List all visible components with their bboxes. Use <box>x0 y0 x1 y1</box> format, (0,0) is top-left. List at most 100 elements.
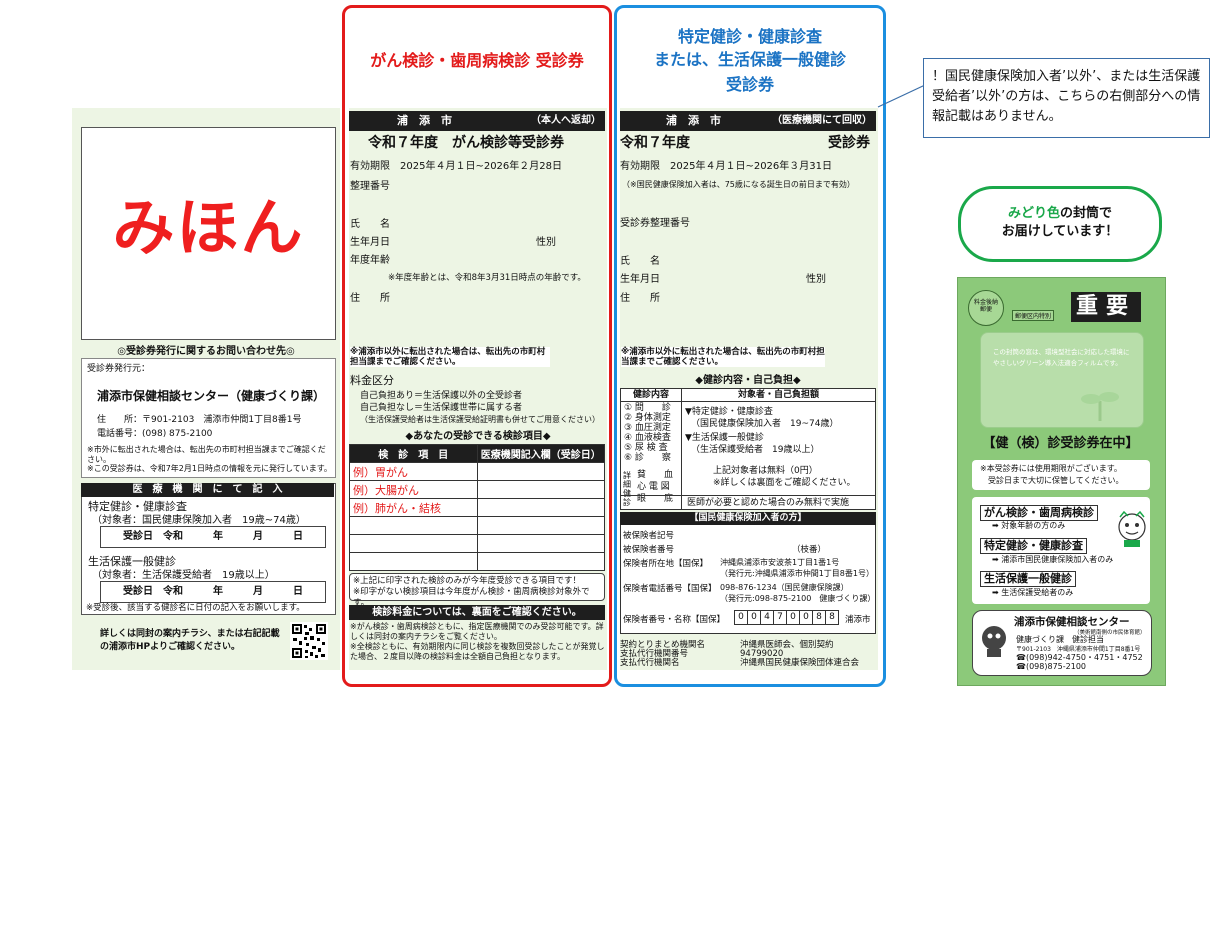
blue-content-heading: ◆健診内容・自己負担◆ <box>695 375 801 386</box>
red-fee2: 自己負担なし＝生活保護世帯に属する者 <box>360 403 523 413</box>
blue-title-right: 受診券 <box>828 135 870 151</box>
notice-sub1: ※本受診券には使用期限がございます。 <box>980 464 1122 473</box>
red-validity: 有効期限 2025年４月１日~2026年２月28日 <box>350 161 563 172</box>
envelope-item2-sub: ➡ 浦添市国民健康保険加入者のみ <box>992 555 1114 564</box>
red-header-note: （本人へ返却） <box>531 115 601 126</box>
detail-item: 心 電 図 <box>637 482 670 492</box>
left-details: 詳しくは同封の案内チラシ、または右記記載の浦添市HPよりご確認ください。 <box>100 629 280 652</box>
exam-item <box>349 552 478 571</box>
exam-item <box>349 534 478 553</box>
exam-date-cell[interactable] <box>476 516 605 535</box>
exam-date-cell[interactable] <box>476 498 605 517</box>
content-target2: ▼生活保護一般健診 <box>685 433 764 443</box>
blue-label-line1: 特定健診・健康診査 <box>677 27 822 46</box>
exam-item <box>349 516 478 535</box>
envelope-notice-box: ※本受診券には使用期限がございます。 受診日まで大切に保管してください。 <box>972 460 1150 490</box>
digit-box: 8 <box>826 610 839 625</box>
left-note2: ※この受診券は、令和7年2月1日時点の情報を元に発行しています。 <box>87 464 332 473</box>
detail-items: 貧 血 心 電 図 眼 底 <box>637 469 681 505</box>
medical-header: 医 療 機 関 に て 記 入 <box>81 483 334 497</box>
table-row <box>349 552 605 571</box>
red-dob: 生年月日 <box>350 237 390 248</box>
insurer-name: 浦添市 <box>845 615 871 625</box>
contract-label3: 支払代行機関名 <box>620 658 680 668</box>
content-col1: 健診内容 <box>621 389 682 402</box>
red-age-note: ※年度年齢とは、令和8年3月31日時点の年齢です。 <box>388 273 586 283</box>
exam-date-cell[interactable] <box>476 480 605 499</box>
red-fee-bar: 検診料金については、裏面をご確認ください。 <box>349 605 605 620</box>
red-header-city: 浦 添 市 <box>397 114 452 127</box>
red-print-note1: ※上記に印字された検診のみが今年度受診できる項目です！ <box>353 576 581 586</box>
exam-table: 検 診 項 目 医療機関記入欄（受診日） 例）胃がん 例）大腸がん 例）肺がん・… <box>349 444 605 571</box>
content-free: 上記対象者は無料（0円） <box>713 466 818 476</box>
insured-sym: 被保険者記号 <box>623 531 675 541</box>
exam-date-cell[interactable] <box>476 462 605 481</box>
blue-header-city: 浦 添 市 <box>666 114 721 127</box>
content-divider-v <box>681 401 682 469</box>
insurer-addr-label: 保険者所在地【国保】 <box>623 559 709 569</box>
red-fee-note2: ※全検診ともに、有効期限内に同じ検診を複数回受診したことが発覚した場合、２度目以… <box>350 642 605 661</box>
seikatsu-title: 生活保護一般健診 <box>88 555 176 568</box>
date-note: ※受診後、該当する健診名に日付の記入をお願いします。 <box>86 603 305 613</box>
red-move-note: ※浦添市以外に転出された場合は、転出先の市町村担当課までご確認ください。 <box>350 347 550 367</box>
insured-heading: 【国民健康保険加入者の方】 <box>620 512 876 525</box>
blue-validity: 有効期限 2025年４月１日~2026年３月31日 <box>620 161 833 172</box>
table-row: 例）肺がん・結核 <box>349 498 605 517</box>
content-item: ④ 血液検査 <box>624 433 671 443</box>
red-address: 住 所 <box>350 293 390 304</box>
mascot-icon <box>1118 510 1146 547</box>
content-col2: 対象者・自己負担額 <box>682 389 875 402</box>
callout-text: ！国民健康保険加入者’以外’、または生活保護受給者’以外’の方は、こちらの右側部… <box>932 69 1201 124</box>
exam-item: 例）胃がん <box>349 462 478 481</box>
table-row <box>349 534 605 553</box>
exam-col-item: 検 診 項 目 <box>349 444 478 463</box>
insurer-addr2: （発行元:沖縄県浦添市仲間1丁目8番1号） <box>720 569 874 578</box>
blue-sex: 性別 <box>806 274 826 285</box>
insurer-tel-label: 保険者電話番号【国保】 <box>623 584 717 594</box>
blue-title-left: 令和７年度 <box>620 135 690 151</box>
envelope-notice: 【健（検）診受診券在中】 <box>982 436 1139 451</box>
blue-header-bar: 浦 添 市 （医療機関にて回収） <box>620 111 876 131</box>
postage-stamp: 料金後納郵便 <box>968 290 1004 326</box>
blue-label-line2: または、生活保護一般健診 <box>653 50 846 69</box>
red-exam-table: 検 診 項 目 医療機関記入欄（受診日） 例）胃がん 例）大腸がん 例）肺がん・… <box>349 444 605 571</box>
content-target1: ▼特定健診・健康診査 <box>685 407 773 417</box>
center-name: 浦添市保健相談センター <box>1014 616 1130 628</box>
red-name: 氏 名 <box>350 219 390 230</box>
sprout-icon <box>1081 392 1119 421</box>
red-sex: 性別 <box>536 237 556 248</box>
red-section-label: がん検診・歯周病検診 受診券 <box>370 51 584 70</box>
blue-validity-note: （※国民健康保険加入者は、75歳になる誕生日の前日まで有効） <box>622 180 855 189</box>
content-item: ⑤ 尿 検 査 <box>624 443 668 453</box>
center-tel2: ☎(098)875-2100 <box>1016 662 1086 671</box>
tokutei-date-field[interactable]: 受診日 令和 年 月 日 <box>100 526 326 548</box>
blue-header-note: （医療機関にて回収） <box>772 115 872 126</box>
red-fee3: （生活保護受給者は生活保護受給証明書も併せてご用意ください） <box>360 415 600 424</box>
exam-date-cell[interactable] <box>476 534 605 553</box>
red-ref-no: 整理番号 <box>350 181 390 192</box>
table-row: 例）胃がん <box>349 462 605 481</box>
inquiry-title: ◎受診券発行に関するお問い合わせ先◎ <box>117 346 295 357</box>
exam-date-cell[interactable] <box>476 552 605 571</box>
digit-box: 7 <box>774 610 787 625</box>
digit-box: 0 <box>800 610 813 625</box>
red-fee-note1: ※がん検診・歯周病検診ともに、指定医療機関でのみ受診可能です。詳しくは同封の案内… <box>350 622 604 641</box>
insurer-addr: 沖縄県浦添市安波茶1丁目1番1号 <box>720 558 840 567</box>
digit-box: 4 <box>761 610 774 625</box>
content-target2b: （生活保護受給者 19歳以上） <box>691 445 820 455</box>
digit-box: 0 <box>748 610 761 625</box>
detail-item: 貧 血 <box>637 470 674 480</box>
exam-col-date: 医療機関記入欄（受診日） <box>476 444 605 463</box>
envelope-bubble: みどり色の封筒で お届けしています！ <box>958 186 1162 262</box>
notice-sub2: 受診日まで大切に保管してください。 <box>988 476 1124 485</box>
red-title: 令和７年度 がん検診等受診券 <box>368 135 564 151</box>
issuer-name: 浦添市保健相談センター（健康づくり課） <box>97 389 326 403</box>
bubble-green-word: みどり色 <box>1007 206 1060 221</box>
digit-box: 8 <box>813 610 826 625</box>
issuer-address: 住 所：〒901-2103 浦添市仲間1丁目8番1号 <box>97 415 302 425</box>
red-print-note-box: ※上記に印字された検診のみが今年度受診できる項目です！ ※印字がない検診項目は今… <box>349 573 605 608</box>
seikatsu-date-field[interactable]: 受診日 令和 年 月 日 <box>100 581 326 603</box>
blue-label-line3: 受診券 <box>725 75 774 94</box>
qr-code-icon[interactable] <box>290 622 328 660</box>
content-item: ⑥ 診 察 <box>624 453 671 463</box>
